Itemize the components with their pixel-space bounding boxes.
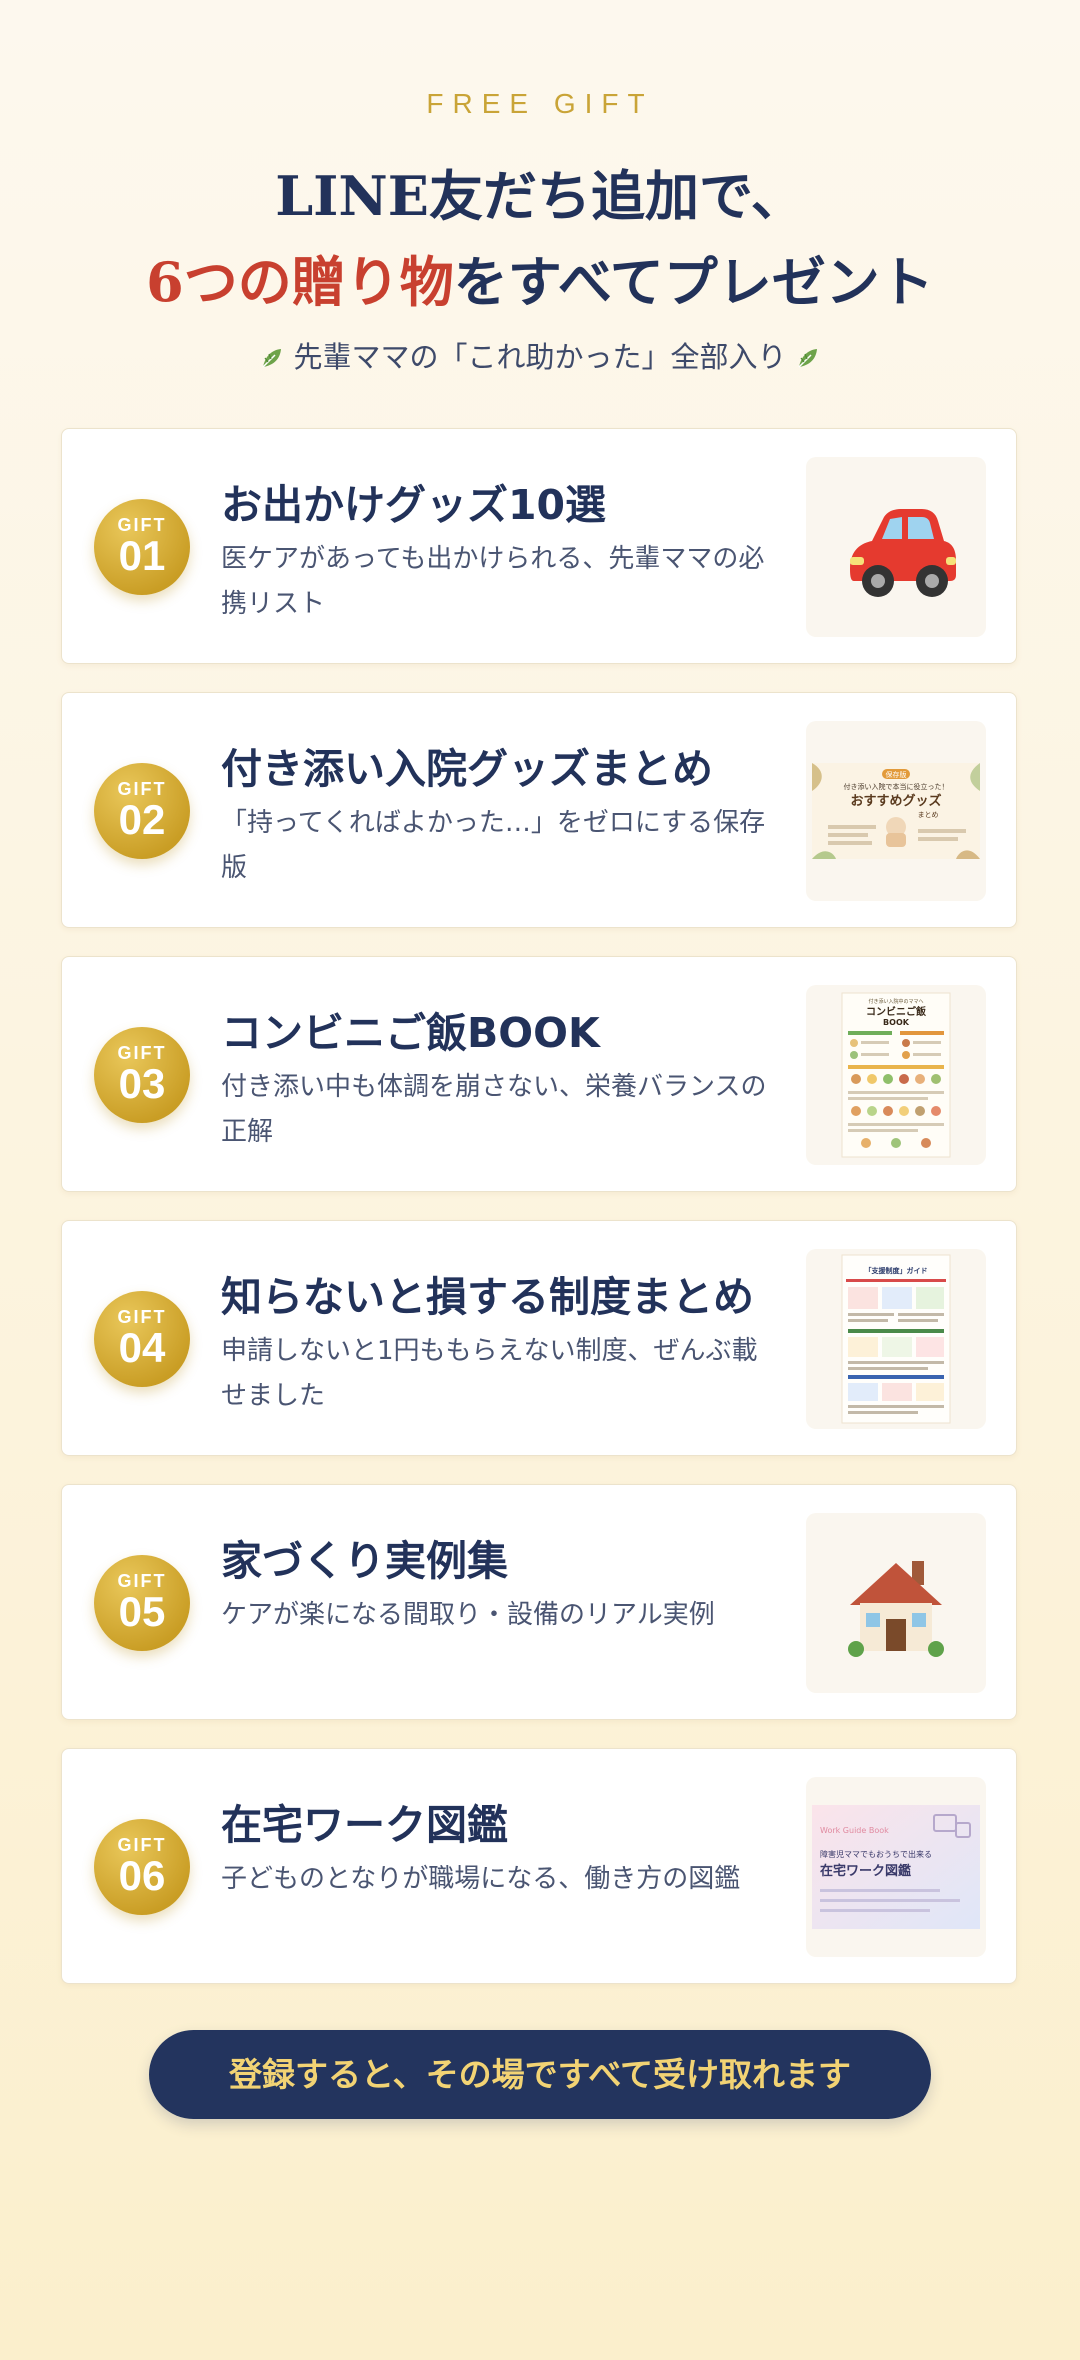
gift-title: 家づくり実例集 [221,1537,508,1585]
gift-card-02[interactable]: GIFT 02 付き添い入院グッズまとめ 「持ってくればよかった…」をゼロにする… [61,692,1017,928]
subline: 先輩ママの「これ助かった」全部入り [0,334,1080,376]
gift-badge: GIFT 05 [94,1555,190,1651]
gift-badge: GIFT 03 [94,1027,190,1123]
gift-title: 知らないと損する制度まとめ [221,1273,754,1321]
gift-description: 「持ってくればよかった…」をゼロにする保存版 [221,808,766,883]
leaf-icon [262,349,282,368]
thumb-title-top: 付き添い入院中のママへ [868,998,923,1005]
headline-line1: LINE友だち追加で、 [275,164,805,228]
gift-description: 付き添い中も体調を崩さない、栄養バランスの正解 [221,1072,767,1147]
eyebrow-label: FREE GIFT [426,88,654,119]
gift-title: 在宅ワーク図鑑 [221,1801,508,1849]
support-system-sheet-icon: 「支援制度」ガイド [841,1254,951,1424]
gift-description: 申請しないと1円ももらえない制度、ぜんぶ載せました [221,1336,758,1411]
gift-badge: GIFT 04 [94,1291,190,1387]
gift-thumbnail: 付き添い入院中のママへ コンビニご飯 BOOK [806,985,986,1165]
gift-title: 付き添い入院グッズまとめ [221,745,713,793]
gift-title: コンビニご飯BOOK [221,1009,600,1057]
gift-thumbnail [806,1513,986,1693]
gift-card-03[interactable]: GIFT 03 コンビニご飯BOOK 付き添い中も体調を崩さない、栄養バランスの… [61,956,1017,1192]
gift-badge-number: 03 [118,1060,166,1107]
house-icon [848,1561,944,1657]
gift-badge-number: 01 [118,532,166,579]
gift-badge: GIFT 01 [94,499,190,595]
thumb-title-sub: まとめ [918,811,939,819]
gift-badge-number: 02 [118,796,166,843]
remote-work-booklet-icon: Work Guide Book 障害児ママでもおうちで出来る 在宅ワーク図鑑 [812,1805,980,1929]
gift-badge-label: GIFT [117,1835,167,1855]
gift-badge-number: 05 [118,1588,166,1635]
gift-badge-label: GIFT [117,1307,167,1327]
gift-badge: GIFT 06 [94,1819,190,1915]
subline-text: 先輩ママの「これ助かった」全部入り [293,340,787,374]
gift-thumbnail: 保存版 付き添い入院で本当に役立った！ おすすめグッズ まとめ [806,721,986,901]
thumb-line1: 障害児ママでもおうちで出来る [820,1849,932,1859]
car-icon [850,509,956,597]
thumb-title-main: 在宅ワーク図鑑 [820,1863,911,1879]
headline-rest: をすべてプレゼント [453,250,934,314]
thumb-title-main: おすすめグッズ [850,793,941,809]
gift-card-01[interactable]: GIFT 01 お出かけグッズ10選 医ケアがあっても出かけられる、先輩ママの必… [61,428,1017,664]
gift-card-06[interactable]: GIFT 06 在宅ワーク図鑑 子どものとなりが職場になる、働き方の図鑑 Wor… [61,1748,1017,1984]
gift-thumbnail: Work Guide Book 障害児ママでもおうちで出来る 在宅ワーク図鑑 [806,1777,986,1957]
gift-badge-label: GIFT [117,1571,167,1591]
thumb-title-top: 付き添い入院で本当に役立った！ [844,782,949,791]
gift-description: ケアが楽になる間取り・設備のリアル実例 [221,1600,715,1630]
gift-thumbnail [806,457,986,637]
gift-badge-label: GIFT [117,515,167,535]
gift-badge-label: GIFT [117,779,167,799]
register-cta-button[interactable]: 登録すると、その場ですべて受け取れます [149,2030,931,2119]
headline-line2: 6つの贈り物をすべてプレゼント [0,238,1080,317]
leaf-icon [797,349,817,368]
convenience-food-booklet-icon: 付き添い入院中のママへ コンビニご飯 BOOK [841,992,951,1158]
gift-description: 子どものとなりが職場になる、働き方の図鑑 [221,1864,741,1894]
thumb-title-main: 「支援制度」ガイド [865,1266,928,1275]
thumb-title-main: コンビニご飯 [866,1005,926,1018]
gift-badge-number: 04 [118,1324,166,1371]
headline-accent: 6つの贈り物 [146,250,454,314]
thumb-tag: 保存版 [886,770,907,779]
gift-thumbnail: 「支援制度」ガイド [806,1249,986,1429]
gift-title: お出かけグッズ10選 [221,481,607,529]
thumb-eyebrow: Work Guide Book [820,1826,889,1835]
gift-badge: GIFT 02 [94,763,190,859]
hospital-goods-booklet-icon: 保存版 付き添い入院で本当に役立った！ おすすめグッズ まとめ [812,763,980,859]
thumb-title-sub: BOOK [883,1018,910,1027]
gift-badge-number: 06 [118,1852,166,1899]
gift-card-05[interactable]: GIFT 05 家づくり実例集 ケアが楽になる間取り・設備のリアル実例 [61,1484,1017,1720]
gift-description: 医ケアがあっても出かけられる、先輩ママの必携リスト [221,544,765,619]
gift-badge-label: GIFT [117,1043,167,1063]
gift-card-04[interactable]: GIFT 04 知らないと損する制度まとめ 申請しないと1円ももらえない制度、ぜ… [61,1220,1017,1456]
